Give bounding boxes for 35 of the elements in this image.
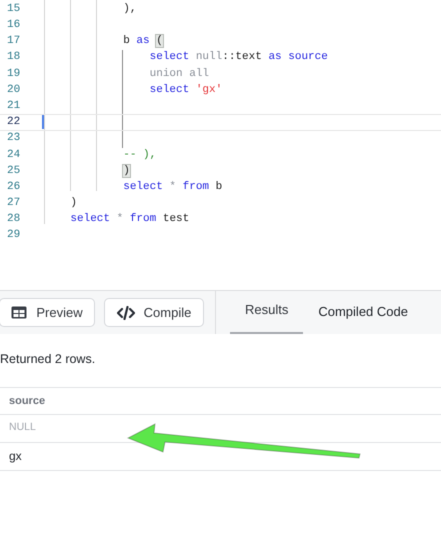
line-number: 19 xyxy=(6,66,22,82)
column-header: source xyxy=(9,394,46,408)
line-number: 20 xyxy=(6,82,22,98)
line-number: 26 xyxy=(6,180,22,195)
code-line: select * from test xyxy=(69,212,190,228)
code-line: select null::text as source xyxy=(148,50,328,66)
line-number: 24 xyxy=(6,148,22,163)
code-icon xyxy=(116,306,135,320)
line-number: 21 xyxy=(6,98,22,114)
line-number: 27 xyxy=(6,196,22,212)
line-number: 16 xyxy=(6,18,22,34)
text-cursor xyxy=(42,115,44,130)
code-line: ), xyxy=(122,2,136,17)
line-number: 23 xyxy=(6,131,22,146)
code-line: select * from b xyxy=(122,180,222,195)
table-cell-text: gx xyxy=(9,448,22,466)
code-line: b as ( xyxy=(122,34,163,50)
line-number: 17 xyxy=(6,34,22,50)
line-number: 15 xyxy=(6,2,22,17)
table-cell-text: NULL xyxy=(9,420,36,436)
compile-button[interactable]: Compile xyxy=(104,298,204,327)
results-tab[interactable]: Compiled Code xyxy=(303,291,423,334)
line-number: 28 xyxy=(6,212,22,228)
line-number: 22 xyxy=(6,115,22,130)
line-number: 25 xyxy=(6,164,22,179)
line-number: 18 xyxy=(6,50,22,66)
results-tab[interactable]: Results xyxy=(230,291,304,334)
code-line: ) xyxy=(69,196,78,212)
status-message: Returned 2 rows. xyxy=(0,352,96,366)
preview-button[interactable]: Preview xyxy=(0,298,95,327)
code-line: -- ), xyxy=(122,148,156,163)
code-line: select 'gx' xyxy=(148,82,222,98)
table-icon xyxy=(11,306,28,319)
line-number: 29 xyxy=(6,228,22,244)
code-line: union all xyxy=(148,66,210,82)
